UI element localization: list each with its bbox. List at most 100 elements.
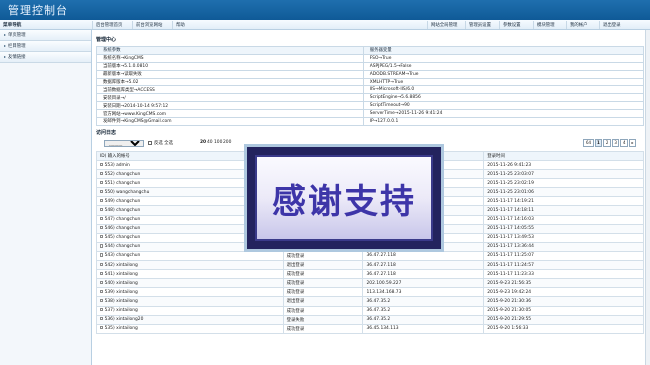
row-checkbox[interactable] — [100, 271, 104, 275]
page-scrollbar[interactable] — [645, 30, 650, 365]
cell-text[interactable]: 537) xintailong — [105, 308, 138, 313]
system-param: 安装目录→/ — [96, 93, 364, 103]
account-cell: 541) xintailong — [96, 269, 284, 280]
cell-text: 2015-9-20 1:56:33 — [487, 326, 529, 332]
time-cell: 2015-11-17 11:24:57 — [483, 260, 644, 271]
cell-text[interactable]: 545) changchun — [105, 235, 141, 240]
topnav-item[interactable]: 退出登录 — [603, 22, 621, 28]
account-cell: 539) xintailong — [96, 287, 284, 298]
nav-divider — [533, 21, 534, 29]
row-checkbox[interactable] — [100, 244, 104, 248]
chevron-right-icon — [4, 56, 6, 58]
row-checkbox[interactable] — [100, 189, 104, 193]
sidebar: 单页管理 栏目管理友情链接 — [0, 30, 92, 365]
row-checkbox[interactable] — [100, 180, 104, 184]
cell-text[interactable]: 549) changchun — [105, 199, 141, 204]
col-login-time[interactable]: 登录时间 — [483, 150, 644, 162]
per-page-20[interactable]: 20 — [200, 140, 206, 145]
topnav-item[interactable]: 前台浏览网站 — [136, 22, 162, 28]
cell-text: 2015-11-26 9:41:23 — [487, 162, 532, 168]
page-link[interactable]: ▸ — [628, 138, 636, 147]
cell-text: 2015-9-20 21:30:36 — [487, 298, 532, 304]
info-row: 发邮件到→KingCMS@Gmail.com IP→127.0.0.1 — [96, 117, 645, 126]
row-checkbox[interactable] — [100, 262, 104, 266]
page-link[interactable]: 3 — [611, 138, 620, 147]
server-var: ScriptEngine→5.6.8856 — [362, 93, 645, 103]
cell-text: 2015-11-17 11:23:33 — [487, 271, 534, 277]
row-checkbox[interactable] — [100, 253, 104, 257]
page-link[interactable]: 4 — [620, 138, 628, 147]
per-page-200[interactable]: 200 — [223, 140, 231, 145]
cell-text[interactable]: 547) changchun — [105, 217, 141, 222]
cell-text[interactable]: 550) wangchangchu — [105, 190, 150, 195]
cell-text[interactable]: 536) xintailong20 — [105, 317, 144, 322]
row-checkbox[interactable] — [100, 326, 104, 330]
sidebar-item[interactable]: 栏目管理 — [0, 41, 91, 52]
action-select[interactable]: ---------- — [104, 139, 144, 147]
cell-text[interactable]: 548) changchun — [105, 208, 141, 213]
topnav-item[interactable]: 模块管理 — [537, 22, 555, 28]
table-row: 538) xintailong 退出登录 36.47.35.2 2015-9-20 2… — [96, 296, 644, 307]
status-cell: 登录失败 — [282, 314, 364, 325]
system-param: 系统名称→KingCMS — [96, 53, 364, 63]
table-row: 535) xintailong 成功登录 36.45.134.113 2015-9-2… — [96, 323, 644, 334]
topnav-item[interactable]: 管理员设置 — [469, 22, 491, 28]
row-checkbox[interactable] — [100, 217, 104, 221]
row-checkbox[interactable] — [100, 280, 104, 284]
cell-text[interactable]: 552) changchun — [105, 172, 141, 177]
cell-text[interactable]: 544) changchun — [105, 244, 141, 249]
row-checkbox[interactable] — [100, 198, 104, 203]
row-checkbox[interactable] — [100, 162, 104, 166]
page-link[interactable]: 1 — [594, 138, 603, 147]
system-param: 发邮件到→KingCMS@Gmail.com — [96, 117, 364, 126]
cell-text[interactable]: 543) changchun — [105, 254, 141, 259]
cell-text[interactable]: 535) xintailong — [105, 326, 138, 331]
sidebar-item-label: 友情链接 — [8, 55, 26, 60]
server-var: ADODB.STREAM→True — [362, 69, 645, 79]
thanks-text: 感谢支持 — [272, 181, 416, 222]
per-page-40[interactable]: 40 — [207, 140, 213, 145]
time-cell: 2015-11-17 11:25:07 — [483, 250, 644, 262]
sidebar-item[interactable]: 友情链接 — [0, 52, 91, 63]
row-checkbox[interactable] — [100, 226, 104, 230]
row-checkbox[interactable] — [100, 171, 104, 175]
cell-text[interactable]: 539) xintailong — [105, 290, 138, 295]
topnav-item[interactable]: 参数设置 — [503, 22, 521, 28]
row-checkbox[interactable] — [100, 317, 104, 321]
cell-text[interactable]: 553) admin — [105, 163, 130, 168]
sidebar-label: 菜单导航 — [3, 23, 22, 28]
cell-text: 退出登录 — [286, 263, 305, 269]
row-checkbox[interactable] — [100, 289, 104, 293]
row-checkbox[interactable] — [100, 308, 104, 312]
time-cell: 2015-9-20 21:30:05 — [483, 305, 644, 316]
row-checkbox[interactable] — [100, 235, 104, 239]
topnav-item[interactable]: 帮助 — [176, 22, 185, 28]
brand-title: 管理控制台 — [8, 4, 68, 17]
time-cell: 2015-9-20 21:29:55 — [483, 314, 644, 325]
per-page-100[interactable]: 100 — [214, 140, 222, 145]
server-var: IP→127.0.0.1 — [362, 117, 645, 126]
select-all-checkbox[interactable] — [148, 140, 152, 145]
cell-text[interactable]: 541) xintailong — [105, 272, 138, 277]
page-link[interactable]: 2 — [603, 138, 611, 147]
cell-text[interactable]: 538) xintailong — [105, 299, 138, 304]
cell-text: 成功登录 — [286, 253, 305, 259]
topnav-item[interactable]: 后台管理首页 — [96, 22, 122, 28]
status-cell: 成功登录 — [282, 269, 364, 280]
row-checkbox[interactable] — [100, 207, 104, 212]
cell-text: 36.47.27.118 — [366, 271, 396, 277]
cell-text: 2015-11-17 14:05:55 — [487, 226, 534, 232]
topnav-item[interactable]: 我的帐户 — [570, 22, 588, 28]
system-param: 官方网站→www.KingCMS.com — [96, 109, 364, 119]
cell-text[interactable]: 540) xintailong — [105, 281, 138, 286]
cell-text[interactable]: 542) xintailong — [105, 263, 138, 268]
cell-text: 36.47.35.2 — [366, 298, 391, 304]
cell-text[interactable]: 551) changchun — [105, 181, 141, 186]
ip-cell: 36.47.27.118 — [362, 269, 485, 280]
row-checkbox[interactable] — [100, 298, 104, 303]
thanks-overlay: 感谢支持 — [244, 144, 444, 252]
topnav-item[interactable]: 网站全局管理 — [431, 22, 457, 28]
sidebar-item[interactable]: 单页管理 — [0, 30, 91, 41]
cell-text[interactable]: 546) changchun — [105, 226, 141, 231]
select-all-label[interactable]: 反选 全选 — [154, 140, 173, 146]
